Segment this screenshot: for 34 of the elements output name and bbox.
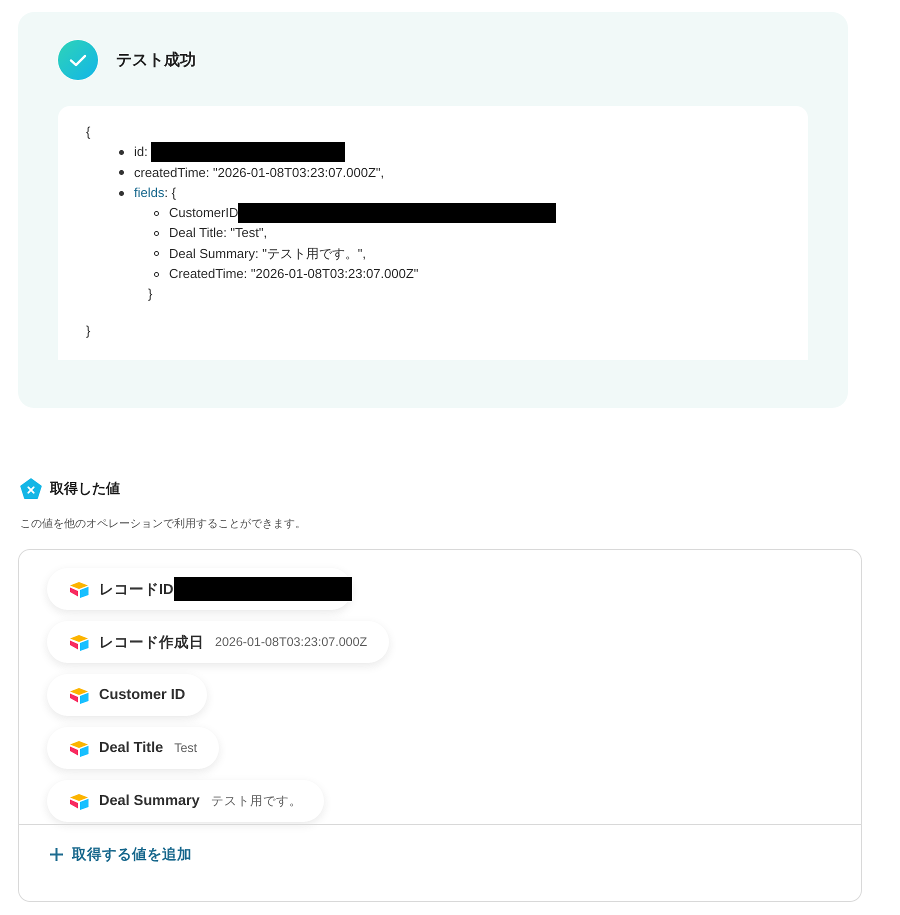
app-logo-icon (69, 792, 90, 810)
code-line: { (86, 123, 90, 141)
bullet-icon (154, 272, 159, 277)
app-logo-icon (69, 686, 90, 704)
code-line: } (148, 285, 152, 304)
code-line: CreatedTime: "2026-01-08T03:23:07.000Z" (169, 265, 418, 284)
app-logo-icon (69, 740, 90, 756)
bullet-icon (154, 231, 159, 236)
value-chip[interactable]: Deal Title Test (47, 727, 220, 769)
code-line: createdTime: "2026-01-08T03:23:07.000Z", (134, 164, 384, 182)
value-chip[interactable]: レコードID (47, 568, 352, 610)
bullet-icon (119, 190, 124, 196)
plus-icon (49, 847, 64, 862)
app-logo-icon (69, 580, 90, 598)
code-line: fields: { (134, 184, 176, 202)
variable-icon (20, 478, 42, 500)
bullet-icon (119, 150, 124, 155)
value-chip[interactable]: Customer ID (47, 674, 208, 716)
value-chip[interactable]: Deal Summary テスト用です。 (47, 780, 324, 822)
bullet-icon (154, 210, 159, 216)
code-line: Deal Summary: "テスト用です。", (169, 244, 366, 263)
code-line: } (86, 322, 90, 340)
code-line: id: (134, 143, 148, 162)
code-line: CustomerID (169, 204, 238, 222)
result-title: テスト成功 (116, 50, 196, 70)
bullet-icon (119, 170, 124, 176)
section-title: 取得した値 (50, 480, 120, 498)
app-logo-icon (69, 634, 90, 650)
success-check-icon (58, 40, 98, 80)
code-line: Deal Title: "Test", (169, 224, 268, 242)
value-chip[interactable]: レコード作成日 2026-01-08T03:23:07.000Z (47, 621, 390, 663)
section-description: この値を他のオペレーションで利用することができます。 (20, 517, 307, 531)
add-value-button[interactable]: 取得する値を追加 (49, 845, 192, 864)
bullet-icon (154, 251, 159, 256)
